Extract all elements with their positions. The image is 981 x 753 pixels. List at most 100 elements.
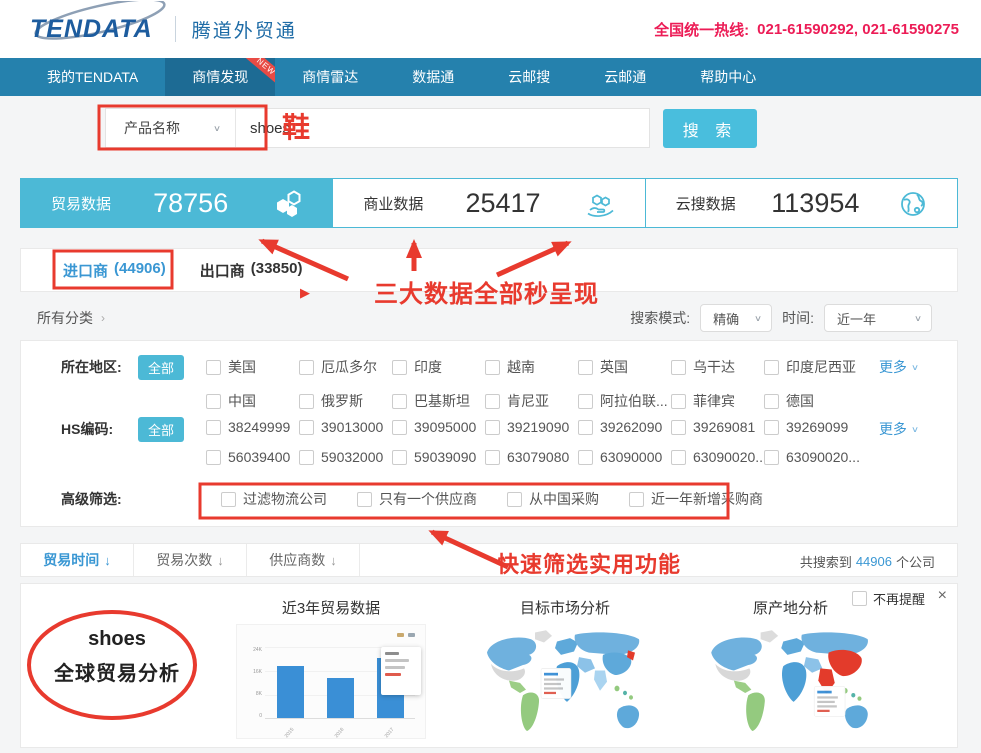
all-categories-link[interactable]: 所有分类 › xyxy=(37,308,105,328)
region-checkbox-grid: 美国 厄瓜多尔 印度 越南 英国 乌干达 印度尼西亚 中国 俄罗斯 巴基斯坦 肯… xyxy=(206,357,857,411)
time-range-value: 近一年 xyxy=(837,309,876,328)
hscode-checkbox[interactable]: 39262090 xyxy=(578,419,671,435)
data-box-value: 113954 xyxy=(736,188,895,219)
hscode-checkbox[interactable]: 39269099 xyxy=(764,419,857,435)
checkbox-icon xyxy=(392,360,407,375)
time-label: 时间: xyxy=(782,308,814,328)
region-label: 所在地区: xyxy=(61,357,122,377)
region-checkbox[interactable]: 美国 xyxy=(206,357,299,377)
data-box-value: 25417 xyxy=(423,188,582,219)
search-mode-value: 精确 xyxy=(713,309,739,328)
region-checkbox[interactable]: 肯尼亚 xyxy=(485,391,578,411)
tab-importers[interactable]: 进口商 (44906) xyxy=(63,260,166,281)
checkbox-icon xyxy=(392,450,407,465)
nav-label: 云邮搜 xyxy=(508,67,550,87)
region-checkbox[interactable]: 中国 xyxy=(206,391,299,411)
sort-supplier-count[interactable]: 供应商数 ↓ xyxy=(247,544,360,576)
region-checkbox[interactable]: 巴基斯坦 xyxy=(392,391,485,411)
close-icon[interactable]: × xyxy=(938,587,947,605)
data-box-trade[interactable]: 贸易数据 78756 xyxy=(21,179,332,227)
nav-item-business-radar[interactable]: 商情雷达 xyxy=(275,58,385,96)
map2-title: 原产地分析 xyxy=(703,597,878,618)
sort-trade-time[interactable]: 贸易时间 ↓ xyxy=(21,544,134,576)
hscode-checkbox[interactable]: 63079080 xyxy=(485,449,578,465)
region-checkbox[interactable]: 厄瓜多尔 xyxy=(299,357,392,377)
hscode-checkbox[interactable]: 63090020... xyxy=(764,449,857,465)
nav-item-my-tendata[interactable]: 我的TENDATA xyxy=(20,58,165,96)
logo-subtitle: 腾道外贸通 xyxy=(192,16,297,43)
hscode-label: HS编码: xyxy=(61,419,113,439)
search-input[interactable] xyxy=(236,109,649,147)
advanced-checkbox-buy-from-china[interactable]: 从中国采购 xyxy=(507,489,599,509)
hscode-checkbox-grid: 38249999 39013000 39095000 39219090 3926… xyxy=(206,419,857,465)
hscode-all-button[interactable]: 全部 xyxy=(138,417,184,442)
checkbox-icon xyxy=(299,450,314,465)
checkbox-icon xyxy=(671,450,686,465)
hscode-checkbox[interactable]: 59039090 xyxy=(392,449,485,465)
tab-label: 进口商 xyxy=(63,260,108,281)
region-checkbox[interactable]: 俄罗斯 xyxy=(299,391,392,411)
region-checkbox[interactable]: 印度尼西亚 xyxy=(764,357,857,377)
region-checkbox[interactable]: 阿拉伯联... xyxy=(578,391,671,411)
hscode-checkbox[interactable]: 39219090 xyxy=(485,419,578,435)
sort-trade-count[interactable]: 贸易次数 ↓ xyxy=(134,544,247,576)
hscode-checkbox[interactable]: 63090020... xyxy=(671,449,764,465)
hscode-more-link[interactable]: 更多 ∨ xyxy=(879,419,919,439)
map-tooltip xyxy=(814,686,845,716)
advanced-checkbox-single-supplier[interactable]: 只有一个供应商 xyxy=(357,489,477,509)
data-box-label: 商业数据 xyxy=(363,193,423,214)
tab-label: 出口商 xyxy=(200,260,245,281)
region-checkbox[interactable]: 德国 xyxy=(764,391,857,411)
advanced-checkbox-filter-logistics[interactable]: 过滤物流公司 xyxy=(221,489,327,509)
nav-item-data-link[interactable]: 数据通 xyxy=(385,58,481,96)
checkbox-icon xyxy=(206,360,221,375)
nav-label: 我的TENDATA xyxy=(47,67,138,87)
region-checkbox[interactable]: 乌干达 xyxy=(671,357,764,377)
analysis-badge-text: shoes 全球贸易分析 xyxy=(33,622,201,692)
search-button[interactable]: 搜 索 xyxy=(663,109,757,148)
hscode-checkbox[interactable]: 59032000 xyxy=(299,449,392,465)
search-category-select[interactable]: 产品名称 ∨ xyxy=(106,109,236,147)
nav-item-cloud-mail[interactable]: 云邮通 xyxy=(577,58,673,96)
hand-data-icon xyxy=(583,185,619,221)
hscode-checkbox[interactable]: 38249999 xyxy=(206,419,299,435)
checkbox-icon xyxy=(764,360,779,375)
map1-title: 目标市场分析 xyxy=(481,597,649,618)
advanced-checkbox-new-buyers[interactable]: 近一年新增采购商 xyxy=(629,489,763,509)
hscode-checkbox[interactable]: 63090000 xyxy=(578,449,671,465)
region-all-button[interactable]: 全部 xyxy=(138,355,184,380)
nav-item-cloud-mail-search[interactable]: 云邮搜 xyxy=(481,58,577,96)
tendata-logo[interactable]: TENDATA xyxy=(30,7,153,51)
hscode-checkbox[interactable]: 56039400 xyxy=(206,449,299,465)
hotline-numbers: 021-61590292, 021-61590275 xyxy=(757,21,959,38)
nav-item-help-center[interactable]: 帮助中心 xyxy=(673,58,783,96)
sort-desc-icon: ↓ xyxy=(104,553,111,568)
all-categories-label: 所有分类 xyxy=(37,308,93,328)
nav-label: 商情雷达 xyxy=(302,67,358,87)
region-checkbox[interactable]: 越南 xyxy=(485,357,578,377)
region-checkbox[interactable]: 英国 xyxy=(578,357,671,377)
region-checkbox[interactable]: 菲律宾 xyxy=(671,391,764,411)
chart-x-axis: 2015 2016 2017 xyxy=(265,730,415,736)
nav-item-business-discovery[interactable]: 商情发现 NEW xyxy=(165,58,275,96)
nav-label: 云邮通 xyxy=(604,67,646,87)
hotline-label: 全国统一热线: xyxy=(654,19,749,40)
checkbox-icon xyxy=(485,360,500,375)
time-range-select[interactable]: 近一年 ∨ xyxy=(824,304,932,332)
region-more-link[interactable]: 更多 ∨ xyxy=(879,357,919,377)
world-map-origin xyxy=(703,628,878,740)
region-checkbox[interactable]: 印度 xyxy=(392,357,485,377)
checkbox-icon xyxy=(764,420,779,435)
data-box-business[interactable]: 商业数据 25417 xyxy=(332,179,644,227)
nav-label: 帮助中心 xyxy=(700,67,756,87)
hscode-checkbox[interactable]: 39013000 xyxy=(299,419,392,435)
search-mode-select[interactable]: 精确 ∨ xyxy=(700,304,772,332)
hscode-checkbox[interactable]: 39095000 xyxy=(392,419,485,435)
search-bar: 产品名称 ∨ xyxy=(105,108,650,148)
hscode-checkbox[interactable]: 39269081 xyxy=(671,419,764,435)
analysis-preview-panel: 不再提醒 × shoes 全球贸易分析 近3年贸易数据 目标市场分析 原产地分析… xyxy=(20,583,958,748)
search-category-label: 产品名称 xyxy=(124,118,180,138)
data-box-cloud-search[interactable]: 云搜数据 113954 xyxy=(645,179,957,227)
chevron-down-icon: ∨ xyxy=(914,313,922,323)
tab-exporters[interactable]: 出口商 (33850) xyxy=(200,260,303,281)
